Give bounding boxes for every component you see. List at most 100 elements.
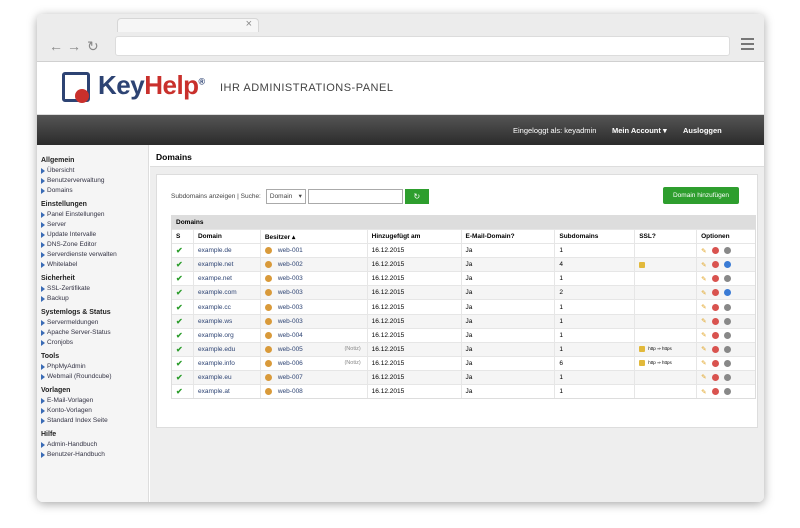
delete-icon[interactable]	[711, 359, 719, 367]
status-check-icon: ✔	[176, 372, 183, 382]
globe-icon[interactable]	[723, 345, 731, 353]
domain-link[interactable]: example.com	[198, 289, 237, 296]
owner-link[interactable]: web-005	[278, 346, 303, 353]
edit-pencil-icon[interactable]: ✎	[701, 388, 706, 396]
owner-link[interactable]: web-002	[278, 261, 303, 268]
sidebar-item[interactable]: E-Mail-Vorlagen	[41, 396, 148, 406]
sidebar-item[interactable]: Übersicht	[41, 166, 148, 176]
note-label[interactable]: (Notiz)	[344, 346, 360, 352]
sidebar-item[interactable]: Panel Einstellungen	[41, 210, 148, 220]
edit-pencil-icon[interactable]: ✎	[701, 359, 706, 367]
search-input[interactable]	[307, 189, 403, 204]
status-check-icon: ✔	[176, 246, 183, 256]
domain-link[interactable]: example.net	[198, 261, 233, 268]
domain-link[interactable]: example.eu	[198, 374, 232, 381]
delete-icon[interactable]	[711, 373, 719, 381]
added-date: 16.12.2015	[371, 388, 405, 396]
back-icon[interactable]: ←	[49, 38, 63, 54]
add-domain-button[interactable]: Domain hinzufügen	[662, 187, 739, 204]
owner-link[interactable]: web-003	[278, 318, 303, 325]
domain-link[interactable]: example.ws	[198, 318, 232, 325]
sidebar-item[interactable]: Serverdienste verwalten	[41, 250, 148, 260]
sidebar-item[interactable]: Update Intervalle	[41, 230, 148, 240]
delete-icon[interactable]	[711, 247, 719, 255]
edit-pencil-icon[interactable]: ✎	[701, 373, 706, 381]
delete-icon[interactable]	[711, 331, 719, 339]
domain-link[interactable]: example.cc	[198, 304, 231, 311]
delete-icon[interactable]	[711, 289, 719, 297]
owner-link[interactable]: web-001	[278, 247, 303, 254]
forward-icon[interactable]: →	[67, 38, 81, 54]
sidebar-item[interactable]: Servermeldungen	[41, 318, 148, 328]
sidebar-item[interactable]: Domains	[41, 186, 148, 196]
owner-link[interactable]: web-003	[278, 304, 303, 311]
domain-link[interactable]: example.at	[198, 388, 230, 395]
sidebar-item[interactable]: Cronjobs	[41, 338, 148, 348]
globe-icon[interactable]	[723, 275, 731, 283]
sidebar-item[interactable]: Whitelabel	[41, 260, 148, 270]
globe-icon[interactable]	[723, 289, 731, 297]
domain-link[interactable]: example.de	[198, 247, 232, 254]
owner-link[interactable]: web-004	[278, 332, 303, 339]
sidebar-item[interactable]: Backup	[41, 294, 148, 304]
delete-icon[interactable]	[711, 345, 719, 353]
owner-link[interactable]: web-007	[278, 374, 303, 381]
edit-pencil-icon[interactable]: ✎	[701, 275, 706, 283]
globe-icon[interactable]	[723, 359, 731, 367]
sidebar-item[interactable]: Admin-Handbuch	[41, 440, 148, 450]
globe-icon[interactable]	[723, 331, 731, 339]
domain-link[interactable]: exampe.net	[198, 275, 232, 282]
globe-icon[interactable]	[723, 303, 731, 311]
sidebar-item[interactable]: Webmail (Roundcube)	[41, 372, 148, 382]
sidebar-item[interactable]: Standard Index Seite	[41, 416, 148, 426]
sidebar-item[interactable]: Benutzerverwaltung	[41, 176, 148, 186]
close-tab-icon[interactable]: ×	[246, 18, 252, 30]
search-field-select[interactable]: Domain	[265, 189, 306, 204]
edit-pencil-icon[interactable]: ✎	[701, 247, 706, 255]
browser-menu-icon[interactable]	[741, 38, 754, 53]
edit-pencil-icon[interactable]: ✎	[701, 303, 706, 311]
globe-icon[interactable]	[723, 373, 731, 381]
globe-icon[interactable]	[723, 317, 731, 325]
globe-icon[interactable]	[723, 388, 731, 396]
sidebar-item[interactable]: Server	[41, 220, 148, 230]
edit-pencil-icon[interactable]: ✎	[701, 289, 706, 297]
owner-link[interactable]: web-003	[278, 275, 303, 282]
browser-tab[interactable]: ×	[117, 18, 259, 32]
delete-icon[interactable]	[711, 317, 719, 325]
sidebar-item[interactable]: Konto-Vorlagen	[41, 406, 148, 416]
globe-icon[interactable]	[723, 247, 731, 255]
globe-icon[interactable]	[723, 261, 731, 269]
table-row: ✔ exampe.net web-003 16.12.2015 Ja 1 ✎	[172, 271, 755, 286]
owner-link[interactable]: web-006	[278, 360, 303, 367]
owner-link[interactable]: web-003	[278, 289, 303, 296]
reload-icon[interactable]: ↻	[87, 38, 99, 55]
sidebar-item[interactable]: SSL-Zertifikate	[41, 284, 148, 294]
column-header[interactable]: Besitzer ▴	[261, 230, 368, 244]
subdomain-filter-link[interactable]: Subdomains anzeigen | Suche:	[171, 193, 261, 200]
sidebar-item[interactable]: Apache Server-Status	[41, 328, 148, 338]
my-account-menu[interactable]: Mein Account ▾	[612, 126, 667, 135]
delete-icon[interactable]	[711, 388, 719, 396]
edit-pencil-icon[interactable]: ✎	[701, 345, 706, 353]
domains-panel: Subdomains anzeigen | Suche: Domain ↻ Do…	[156, 174, 758, 428]
delete-icon[interactable]	[711, 303, 719, 311]
edit-pencil-icon[interactable]: ✎	[701, 261, 706, 269]
edit-pencil-icon[interactable]: ✎	[701, 331, 706, 339]
logout-link[interactable]: Ausloggen	[683, 126, 722, 135]
delete-icon[interactable]	[711, 275, 719, 283]
url-bar[interactable]	[115, 36, 730, 56]
note-label[interactable]: (Notiz)	[344, 360, 360, 366]
domain-link[interactable]: example.info	[198, 360, 235, 367]
table-row: ✔ example.at web-008 16.12.2015 Ja 1 ✎	[172, 384, 755, 399]
owner-link[interactable]: web-008	[278, 388, 303, 395]
search-button[interactable]: ↻	[404, 189, 429, 204]
domain-link[interactable]: example.org	[198, 332, 234, 339]
sidebar-item[interactable]: DNS-Zone Editor	[41, 240, 148, 250]
sidebar-item[interactable]: PhpMyAdmin	[41, 362, 148, 372]
domain-link[interactable]: example.edu	[198, 346, 235, 353]
sidebar-item[interactable]: Benutzer-Handbuch	[41, 450, 148, 460]
sidebar: Allgemein Übersicht Benutzerverwaltung Doma…	[37, 145, 149, 502]
delete-icon[interactable]	[711, 261, 719, 269]
edit-pencil-icon[interactable]: ✎	[701, 317, 706, 325]
